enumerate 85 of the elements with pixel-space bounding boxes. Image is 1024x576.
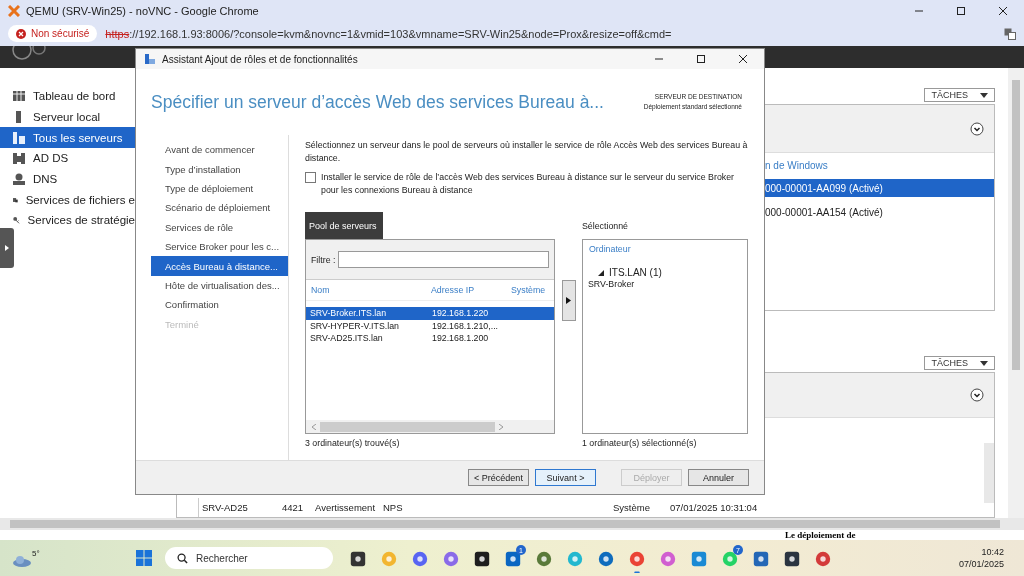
table-cell-text: Avertissement	[315, 502, 376, 513]
wizard-step[interactable]: Services de rôle	[151, 217, 288, 237]
search-field[interactable]: Rechercher	[165, 547, 333, 569]
tasks-button[interactable]: TÂCHES	[924, 356, 995, 370]
wizard-step[interactable]: Type d’installation	[151, 159, 288, 179]
table-cell-text: SRV-AD25	[202, 502, 249, 513]
clock-date[interactable]: 07/01/2025	[958, 558, 1004, 570]
expand-icon	[5, 245, 9, 251]
wizard-button[interactable]: Annuler	[688, 469, 749, 486]
headline: Le déploiement de	[785, 530, 856, 540]
server-row[interactable]: SRV-AD25.ITS.lan 192.168.1.200	[306, 332, 554, 345]
maximize-icon[interactable]	[956, 5, 966, 16]
column-header[interactable]: Système	[506, 285, 554, 295]
column-header[interactable]: Adresse IP	[426, 285, 506, 295]
page-heading: Spécifier un serveur d’accès Web des services Bureau à...	[151, 91, 605, 113]
add-button[interactable]	[561, 280, 576, 321]
table-cell-text: 4421	[282, 502, 305, 513]
server-row[interactable]: SRV-Broker.ITS.lan 192.168.1.220	[306, 307, 554, 320]
pool-tab[interactable]: Pool de serveurs	[305, 212, 383, 239]
caret-icon	[980, 360, 988, 366]
temperature: 5°	[32, 549, 40, 558]
table-cell-text: Système	[613, 502, 651, 513]
wizard-icon	[144, 53, 156, 65]
caret-icon	[980, 92, 988, 98]
scroll-right-icon	[499, 423, 503, 430]
chevron-icon[interactable]	[970, 388, 984, 402]
wizard-step[interactable]: Scénario de déploiement	[151, 198, 288, 218]
filter-field[interactable]	[338, 251, 549, 268]
wizard-button[interactable]: Suivant >	[535, 469, 596, 486]
close-icon[interactable]	[998, 5, 1008, 16]
window-title: QEMU (SRV-Win25) - noVNC - Google Chrome	[26, 4, 259, 17]
selected-count: 1 ordinateur(s) sélectionné(s)	[582, 438, 698, 448]
server-row[interactable]: SRV-HYPER-V.ITS.lan 192.168.1.210,...	[306, 319, 554, 332]
cloud-icon[interactable]	[12, 555, 32, 567]
wizard-title: Assistant Ajout de rôles et de fonctionnalités	[162, 53, 358, 65]
column-header[interactable]: Nom	[306, 285, 426, 295]
found-count: 3 ordinateur(s) trouvé(s)	[305, 438, 401, 448]
close-icon[interactable]	[738, 54, 748, 64]
search-placeholder: Rechercher	[196, 552, 248, 564]
nav-item[interactable]: Serveur local	[0, 106, 135, 128]
wizard-step[interactable]: Service Broker pour les c...	[151, 236, 288, 257]
nav-item[interactable]: DNS	[0, 168, 135, 190]
wizard-step[interactable]: Hôte de virtualisation des...	[151, 275, 288, 296]
clock-time[interactable]: 10:42	[981, 546, 1004, 558]
nav-item[interactable]: Tableau de bord	[0, 86, 135, 107]
warning-icon	[16, 28, 26, 39]
instructions: Sélectionnez un serveur dans le pool de serveurs où installer le service de rôle Accès Web des services Bureau à distance.	[305, 139, 749, 165]
column-header[interactable]: Ordinateur	[589, 244, 631, 254]
wizard-step[interactable]: Type de déploiement	[151, 178, 288, 199]
filter-label: Filtre :	[311, 254, 336, 265]
app-logo-icon	[8, 4, 20, 17]
wizard-button[interactable]: < Précédent	[468, 469, 529, 486]
checkbox[interactable]	[305, 172, 316, 183]
address-field[interactable]: https://192.168.1.93:8006/?console=kvm&novnc=1&vmid=103&vmname=SRV-Win25&node=Prox&resize=off&cmd=	[105, 27, 1004, 40]
maximize-icon[interactable]	[696, 54, 706, 64]
key-icon	[13, 214, 20, 227]
group-label: ITS.LAN (1)	[609, 267, 662, 278]
security-label: Non sécurisé	[31, 28, 90, 39]
dns-icon	[13, 173, 25, 186]
table-cell-text: NPS	[383, 502, 404, 513]
translate-icon[interactable]	[1004, 27, 1016, 40]
nav-item[interactable]: Services de stratégie	[0, 210, 135, 231]
column-header[interactable]: n de Windows	[765, 159, 828, 171]
wizard-step[interactable]: Avant de commencer	[151, 140, 288, 160]
nav-item[interactable]: Tous les serveurs	[0, 127, 135, 149]
search-icon	[177, 552, 188, 564]
collapse-handle[interactable]	[0, 228, 14, 268]
scroll-left-icon	[312, 423, 316, 430]
table-cell: 07/01/2025 10:31:04	[670, 502, 758, 513]
dashboard-icon	[13, 90, 25, 103]
arrow-icon	[566, 297, 571, 304]
expand-icon[interactable]	[598, 269, 604, 276]
nav-item[interactable]: Services de fichiers e	[0, 189, 135, 211]
tasks-button[interactable]: TÂCHES	[924, 88, 995, 102]
list-item[interactable]: SRV-Broker	[588, 279, 635, 289]
nav-item[interactable]: AD DS	[0, 148, 135, 169]
security-chip[interactable]: Non sécurisé	[8, 25, 98, 42]
wizard-step[interactable]: Confirmation	[151, 295, 288, 315]
servers-icon	[13, 131, 25, 144]
wizard-step[interactable]: Accès Bureau à distance...	[151, 256, 288, 276]
selected-title: Sélectionné	[582, 219, 629, 233]
start-icon[interactable]	[136, 550, 152, 566]
checkbox-label: Installer le service de rôle de l’accès Web des services Bureau à distance sur le serveur du service Broker pour les connexions Bureau à distance	[321, 171, 735, 197]
chevron-icon[interactable]	[970, 121, 984, 136]
directory-icon	[13, 152, 25, 165]
